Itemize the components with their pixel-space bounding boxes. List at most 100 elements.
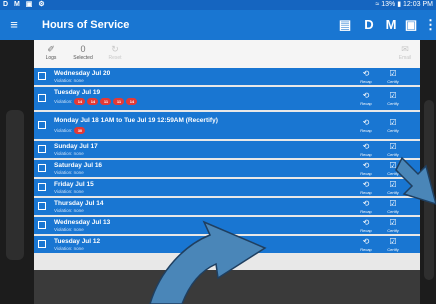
certify-button[interactable]: ☑ Certify: [380, 199, 406, 214]
pen-icon: ✐: [47, 44, 55, 54]
recap-button[interactable]: ⟲ Recap: [353, 118, 379, 133]
row-checkbox[interactable]: [38, 202, 46, 210]
recap-button[interactable]: ⟲ Recap: [353, 180, 379, 195]
reset-label: Reset: [108, 55, 122, 61]
log-row[interactable]: Friday Jul 15 Violation: none ⟲ Recap ☑ Ce…: [34, 179, 420, 196]
recap-label: Recap: [360, 79, 372, 84]
log-day: Saturday Jul 16: [54, 162, 103, 169]
device-side-button: [6, 110, 24, 260]
checkbox-icon: ☑: [389, 237, 397, 246]
recap-label: Recap: [360, 171, 372, 176]
reset-button[interactable]: ↻ Reset: [100, 43, 130, 61]
row-checkbox[interactable]: [38, 164, 46, 172]
certify-label: Certify: [387, 247, 399, 252]
logs-button[interactable]: ✐ Logs: [36, 43, 66, 61]
checkbox-icon: ☑: [389, 118, 397, 127]
violation-badge: 30: [74, 127, 86, 134]
certify-label: Certify: [387, 128, 399, 133]
recap-button[interactable]: ⟲ Recap: [353, 142, 379, 157]
checkbox-icon: ☑: [389, 180, 397, 189]
log-row[interactable]: Wednesday Jul 20 Violation: none ⟲ Recap …: [34, 68, 420, 85]
system-status-bar: D M ▣ ⚙ ≈ 13% ▮ 12:03 PM: [0, 0, 436, 10]
row-checkbox[interactable]: [38, 94, 46, 102]
certify-button[interactable]: ☑ Certify: [380, 118, 406, 133]
page-title: Hours of Service: [42, 19, 130, 31]
certify-button[interactable]: ☑ Certify: [380, 91, 406, 106]
log-row[interactable]: Tuesday Jul 12 Violation: none ⟲ Recap ☑ C…: [34, 236, 420, 253]
certify-button[interactable]: ☑ Certify: [380, 161, 406, 176]
certify-label: Certify: [387, 190, 399, 195]
row-checkbox[interactable]: [38, 240, 46, 248]
violation-badges: Violation: 30: [54, 126, 87, 135]
recap-label: Recap: [360, 247, 372, 252]
certify-button[interactable]: ☑ Certify: [380, 218, 406, 233]
violation-text: Violation: none: [54, 227, 84, 232]
certify-button[interactable]: ☑ Certify: [380, 180, 406, 195]
log-list: Wednesday Jul 20 Violation: none ⟲ Recap …: [34, 68, 420, 255]
email-button[interactable]: ✉ Email: [390, 43, 420, 61]
row-checkbox[interactable]: [38, 121, 46, 129]
log-row[interactable]: Saturday Jul 16 Violation: none ⟲ Recap ☑…: [34, 160, 420, 177]
hamburger-menu-icon[interactable]: ≡: [7, 18, 21, 32]
checkbox-icon: ☑: [389, 69, 397, 78]
recap-label: Recap: [360, 209, 372, 214]
log-row[interactable]: Sunday Jul 17 Violation: none ⟲ Recap ☑ Ce…: [34, 141, 420, 158]
checkbox-icon: ☑: [389, 199, 397, 208]
driver-status-d-icon[interactable]: D: [362, 17, 376, 33]
history-icon: ⟲: [362, 91, 370, 100]
history-icon: ⟲: [362, 180, 370, 189]
log-row[interactable]: Wednesday Jul 13 Violation: none ⟲ Recap …: [34, 217, 420, 234]
app-bar: ≡ Hours of Service ▤ D M ▣ ⋮: [0, 10, 436, 40]
recap-button[interactable]: ⟲ Recap: [353, 237, 379, 252]
certify-button[interactable]: ☑ Certify: [380, 237, 406, 252]
certify-label: Certify: [387, 152, 399, 157]
reset-icon: ↻: [111, 44, 119, 54]
violation-text: Violation: none: [54, 208, 84, 213]
history-icon: ⟲: [362, 199, 370, 208]
log-row[interactable]: Thursday Jul 14 Violation: none ⟲ Recap ☑…: [34, 198, 420, 215]
history-icon: ⟲: [362, 118, 370, 127]
certify-button[interactable]: ☑ Certify: [380, 69, 406, 84]
row-checkbox[interactable]: [38, 72, 46, 80]
history-icon: ⟲: [362, 237, 370, 246]
device-bezel-left: [0, 40, 34, 304]
recap-button[interactable]: ⟲ Recap: [353, 199, 379, 214]
recap-label: Recap: [360, 190, 372, 195]
selected-label: Selected: [73, 55, 93, 61]
sync-icon[interactable]: ▣: [404, 17, 418, 33]
log-day: Thursday Jul 14: [54, 200, 104, 207]
violation-text: Violation: none: [54, 78, 84, 83]
violation-badge: 11: [113, 98, 125, 105]
violation-text: Violation: none: [54, 246, 84, 251]
violation-text: Violation: none: [54, 170, 84, 175]
history-icon: ⟲: [362, 142, 370, 151]
log-day: Tuesday Jul 12: [54, 238, 101, 245]
dvir-list-icon[interactable]: ▤: [338, 17, 352, 33]
selected-counter: 0 Selected: [68, 43, 98, 61]
battery-clock: ≈ 13% ▮ 12:03 PM: [375, 1, 433, 8]
log-day: Wednesday Jul 13: [54, 219, 111, 226]
certify-label: Certify: [387, 79, 399, 84]
selected-count: 0: [80, 44, 86, 54]
violation-label: Violation:: [54, 99, 73, 104]
recap-label: Recap: [360, 101, 372, 106]
row-checkbox[interactable]: [38, 183, 46, 191]
more-options-icon[interactable]: ⋮: [424, 17, 436, 33]
certify-label: Certify: [387, 171, 399, 176]
logs-toolbar: ✐ Logs 0 Selected ↻ Reset ✉ Email: [34, 40, 420, 68]
recap-button[interactable]: ⟲ Recap: [353, 69, 379, 84]
empty-list-area: [34, 270, 420, 304]
log-row[interactable]: Monday Jul 18 1AM to Tue Jul 19 12:59AM …: [34, 112, 420, 139]
violation-text: Violation: none: [54, 189, 84, 194]
row-checkbox[interactable]: [38, 145, 46, 153]
history-icon: ⟲: [362, 161, 370, 170]
log-row[interactable]: Tuesday Jul 19 Violation: 14 14 11 11 14…: [34, 87, 420, 110]
recap-button[interactable]: ⟲ Recap: [353, 161, 379, 176]
row-checkbox[interactable]: [38, 221, 46, 229]
recap-button[interactable]: ⟲ Recap: [353, 218, 379, 233]
certify-label: Certify: [387, 101, 399, 106]
recap-button[interactable]: ⟲ Recap: [353, 91, 379, 106]
certify-button[interactable]: ☑ Certify: [380, 142, 406, 157]
checkbox-icon: ☑: [389, 142, 397, 151]
driver-status-m-icon[interactable]: M: [383, 17, 399, 33]
